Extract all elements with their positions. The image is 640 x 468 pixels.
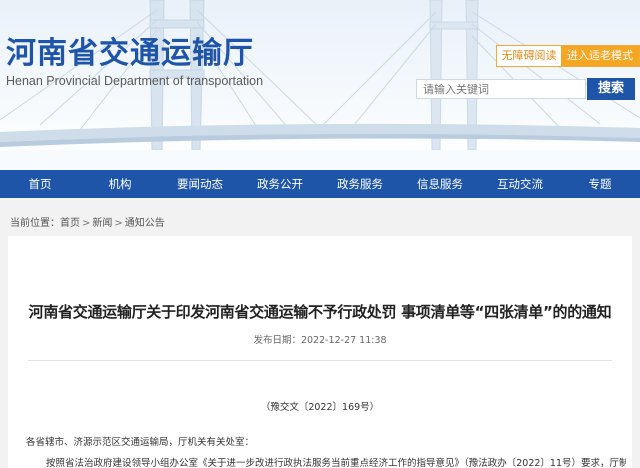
publish-date: 2022-12-27 11:38 <box>300 335 387 346</box>
nav-item-info-services[interactable]: 信息服务 <box>400 170 480 198</box>
main-nav: 首页 机构 要闻动态 政务公开 政务服务 信息服务 互动交流 专题 <box>0 170 640 198</box>
title-divider <box>28 360 612 361</box>
nav-item-home[interactable]: 首页 <box>0 170 80 198</box>
site-subtitle: Henan Provincial Department of transport… <box>6 74 264 88</box>
nav-item-gov-affairs[interactable]: 政务公开 <box>240 170 320 198</box>
publish-date-label: 发布日期： <box>253 335 301 346</box>
search-button[interactable]: 搜索 <box>587 78 635 100</box>
nav-item-organization[interactable]: 机构 <box>80 170 160 198</box>
breadcrumb-separator: > <box>82 218 91 229</box>
nav-item-topics[interactable]: 专题 <box>560 170 640 198</box>
breadcrumb: 当前位置：首页 > 新闻 > 通知公告 <box>10 214 165 229</box>
article-title: 河南省交通运输厅关于印发河南省交通运输不予行政处罚 事项清单等“四张清单”的的通… <box>28 303 612 321</box>
breadcrumb-prefix: 当前位置： <box>10 218 60 229</box>
article-panel: 河南省交通运输厅关于印发河南省交通运输不予行政处罚 事项清单等“四张清单”的的通… <box>8 236 632 468</box>
accessibility-button[interactable]: 无障碍阅读 <box>497 46 561 66</box>
nav-item-gov-services[interactable]: 政务服务 <box>320 170 400 198</box>
document-number: （豫交文〔2022〕169号） <box>260 402 380 413</box>
nav-item-news[interactable]: 要闻动态 <box>160 170 240 198</box>
search-input[interactable] <box>416 79 586 99</box>
article-meta: 发布日期：2022-12-27 11:38 <box>8 332 632 346</box>
article-body-text: 按照省法治政府建设领导小组办公室《关于进一步改进行政执法服务当前重点经济工作的指… <box>46 458 626 468</box>
breadcrumb-notices-link[interactable]: 通知公告 <box>125 218 165 229</box>
nav-item-interaction[interactable]: 互动交流 <box>480 170 560 198</box>
article-recipient: 各省辖市、济源示范区交通运输局，厅机关有关处室： <box>26 437 255 448</box>
breadcrumb-home-link[interactable]: 首页 <box>60 218 80 229</box>
site-header: 河南省交通运输厅 Henan Provincial Department of … <box>0 0 640 170</box>
top-buttons: 无障碍阅读 进入适老模式 <box>496 45 640 67</box>
breadcrumb-separator: > <box>114 218 123 229</box>
elder-mode-button[interactable]: 进入适老模式 <box>561 46 639 66</box>
site-title: 河南省交通运输厅 <box>6 36 254 71</box>
breadcrumb-news-link[interactable]: 新闻 <box>92 218 112 229</box>
